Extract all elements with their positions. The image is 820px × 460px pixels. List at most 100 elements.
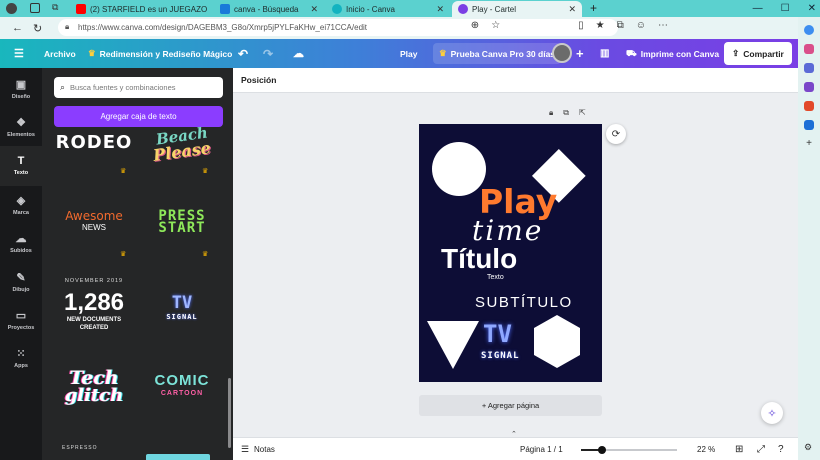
cloud-saved-icon[interactable]: ☁: [293, 39, 304, 68]
tile-text: NOVEMBER 2019: [64, 278, 124, 284]
url-field[interactable]: 🔒︎ https://www.canva.com/design/DAGEBM3_…: [58, 19, 618, 36]
design-text-tv[interactable]: TV: [483, 320, 512, 348]
copilot-icon[interactable]: [804, 25, 814, 35]
font-combo-beach-please[interactable]: Beach Please: [142, 123, 222, 164]
font-combo-tv-signal[interactable]: TV SIGNAL: [142, 290, 222, 330]
rail-item-apps[interactable]: ⁙ Apps: [0, 341, 42, 377]
profile-icon[interactable]: ☺: [636, 20, 646, 31]
back-icon[interactable]: ←: [12, 22, 23, 34]
url-text: https://www.canva.com/design/DAGEBM3_G8o…: [78, 23, 368, 32]
add-page-button[interactable]: + Agregar página: [419, 395, 602, 416]
design-text-texto[interactable]: Texto: [487, 274, 504, 281]
avatar[interactable]: [552, 43, 572, 63]
font-combo-partial[interactable]: [146, 454, 210, 460]
font-combo-espresso[interactable]: ESPRESSO: [62, 445, 98, 451]
minimize-icon[interactable]: —: [753, 3, 763, 14]
rail-item-design[interactable]: ▣ Diseño: [0, 72, 42, 108]
magic-resize-button[interactable]: ♛ Redimensión y Rediseño Mágico: [88, 39, 232, 68]
tab-canva-search[interactable]: canva - Búsqueda ✕: [214, 1, 324, 17]
split-view-icon[interactable]: ▯: [578, 20, 584, 31]
add-page-icon[interactable]: ⇱: [579, 108, 586, 118]
tab-play-cartel[interactable]: Play - Cartel ✕: [452, 1, 582, 17]
refresh-icon[interactable]: ⟳: [606, 124, 626, 144]
new-tab-icon[interactable]: +: [590, 1, 597, 15]
close-tab-icon[interactable]: ✕: [568, 4, 576, 15]
font-search-input[interactable]: ⌕ Busca fuentes y combinaciones: [54, 77, 223, 98]
zoom-slider[interactable]: [581, 446, 677, 454]
redo-icon[interactable]: ↷: [263, 39, 273, 68]
close-window-icon[interactable]: ✕: [808, 3, 816, 14]
font-combo-rodeo[interactable]: RODEO: [54, 126, 134, 158]
fullscreen-icon[interactable]: ⤢: [757, 444, 765, 455]
workspaces-icon[interactable]: [30, 3, 40, 13]
games-icon[interactable]: [804, 82, 814, 92]
design-page[interactable]: Play time Título Texto SUBTÍTULO TV SIGN…: [419, 124, 602, 382]
font-combo-press-start[interactable]: PRESS START: [142, 206, 222, 238]
design-text-titulo[interactable]: Título: [441, 242, 517, 276]
add-sidebar-icon[interactable]: +: [804, 139, 814, 149]
tab-starfield[interactable]: (2) STARFIELD es un JUEGAZO ✕: [70, 1, 212, 17]
close-tab-icon[interactable]: ✕: [310, 4, 318, 15]
tab-canva-home[interactable]: Inicio - Canva ✕: [326, 1, 450, 17]
outlook-icon[interactable]: [804, 120, 814, 130]
rail-item-projects[interactable]: ▭ Proyectos: [0, 303, 42, 339]
tools-icon[interactable]: [804, 63, 814, 73]
reload-icon[interactable]: ↻: [33, 22, 42, 35]
favorite-icon[interactable]: ☆: [491, 20, 500, 31]
lock-icon[interactable]: 🔒︎: [549, 108, 553, 118]
scroll-up-icon[interactable]: ⌃: [511, 430, 517, 438]
browser-profile-icon[interactable]: [6, 3, 17, 14]
magic-assistant-icon[interactable]: ✧: [761, 402, 783, 424]
text-icon: T: [17, 155, 25, 167]
zoom-level[interactable]: 22 %: [697, 445, 715, 454]
rail-item-elements[interactable]: ❖ Elementos: [0, 110, 42, 146]
design-name[interactable]: Play: [400, 39, 418, 68]
font-combo-awesome-news[interactable]: Awesome NEWS: [54, 206, 134, 238]
rail-item-text[interactable]: T Texto: [0, 146, 42, 186]
shopping-icon[interactable]: [804, 44, 814, 54]
notes-button[interactable]: Notas: [254, 445, 275, 454]
install-app-icon[interactable]: ⊕: [471, 20, 479, 31]
print-button[interactable]: ⛟ Imprime con Canva: [626, 39, 719, 68]
notes-icon[interactable]: ☰: [241, 444, 249, 455]
menu-icon[interactable]: ☰: [14, 39, 24, 68]
font-combo-tech-glitch[interactable]: Tech glitch: [54, 364, 134, 410]
page-indicator[interactable]: Página 1 / 1: [520, 445, 563, 454]
more-icon[interactable]: ⋯: [658, 20, 668, 31]
tile-text: COMIC: [154, 372, 210, 389]
help-icon[interactable]: ?: [778, 444, 784, 455]
tile-text: 1,286: [63, 289, 125, 316]
apps-icon: ⁙: [16, 348, 26, 360]
tab-actions-icon[interactable]: ⧉: [52, 2, 58, 13]
rail-item-uploads[interactable]: ☁ Subidos: [0, 226, 42, 262]
close-tab-icon[interactable]: ✕: [436, 4, 444, 15]
office-icon[interactable]: [804, 101, 814, 111]
duplicate-page-icon[interactable]: ⧉: [563, 108, 569, 118]
grid-view-icon[interactable]: ⊞: [735, 444, 743, 455]
file-menu[interactable]: Archivo: [44, 39, 76, 68]
design-text-subtitulo[interactable]: SUBTÍTULO: [475, 294, 573, 311]
invite-button[interactable]: +: [576, 39, 584, 68]
lock-icon: 🔒︎: [65, 22, 70, 31]
rail-item-brand[interactable]: ◈ Marca: [0, 188, 42, 224]
maximize-icon[interactable]: ☐: [781, 3, 790, 14]
pro-trial-button[interactable]: ♛ Prueba Canva Pro 30 días: [433, 43, 562, 64]
collections-icon[interactable]: ⧉: [617, 20, 624, 31]
panel-scrollbar[interactable]: [228, 378, 231, 448]
sidebar-settings-icon[interactable]: ⚙: [804, 442, 814, 452]
browser-side-bar: + ⚙: [798, 17, 820, 460]
design-text-signal[interactable]: SIGNAL: [481, 351, 520, 361]
font-combo-documents[interactable]: NOVEMBER 2019 1,286 NEW DOCUMENTS CREATE…: [54, 270, 134, 338]
font-combo-comic-cartoon[interactable]: COMIC CARTOON: [142, 370, 222, 404]
rail-label: Elementos: [7, 132, 35, 138]
zoom-slider-knob[interactable]: [598, 446, 606, 454]
favorites-bar-icon[interactable]: ★: [596, 20, 605, 31]
close-tab-icon[interactable]: ✕: [211, 4, 212, 15]
undo-icon[interactable]: ↶: [238, 39, 248, 68]
side-rail: ▣ Diseño ❖ Elementos T Texto ◈ Marca ☁ Subido…: [0, 68, 42, 460]
browser-toolbar-icons: ⊕ ☆ ▯ ★ ⧉ ☺ ⋯: [471, 20, 788, 31]
position-button[interactable]: Posición: [241, 75, 276, 85]
insights-icon[interactable]: ▥: [600, 39, 609, 68]
rail-item-draw[interactable]: ✎ Dibujo: [0, 265, 42, 301]
share-button[interactable]: ⇪ Compartir: [724, 42, 792, 65]
